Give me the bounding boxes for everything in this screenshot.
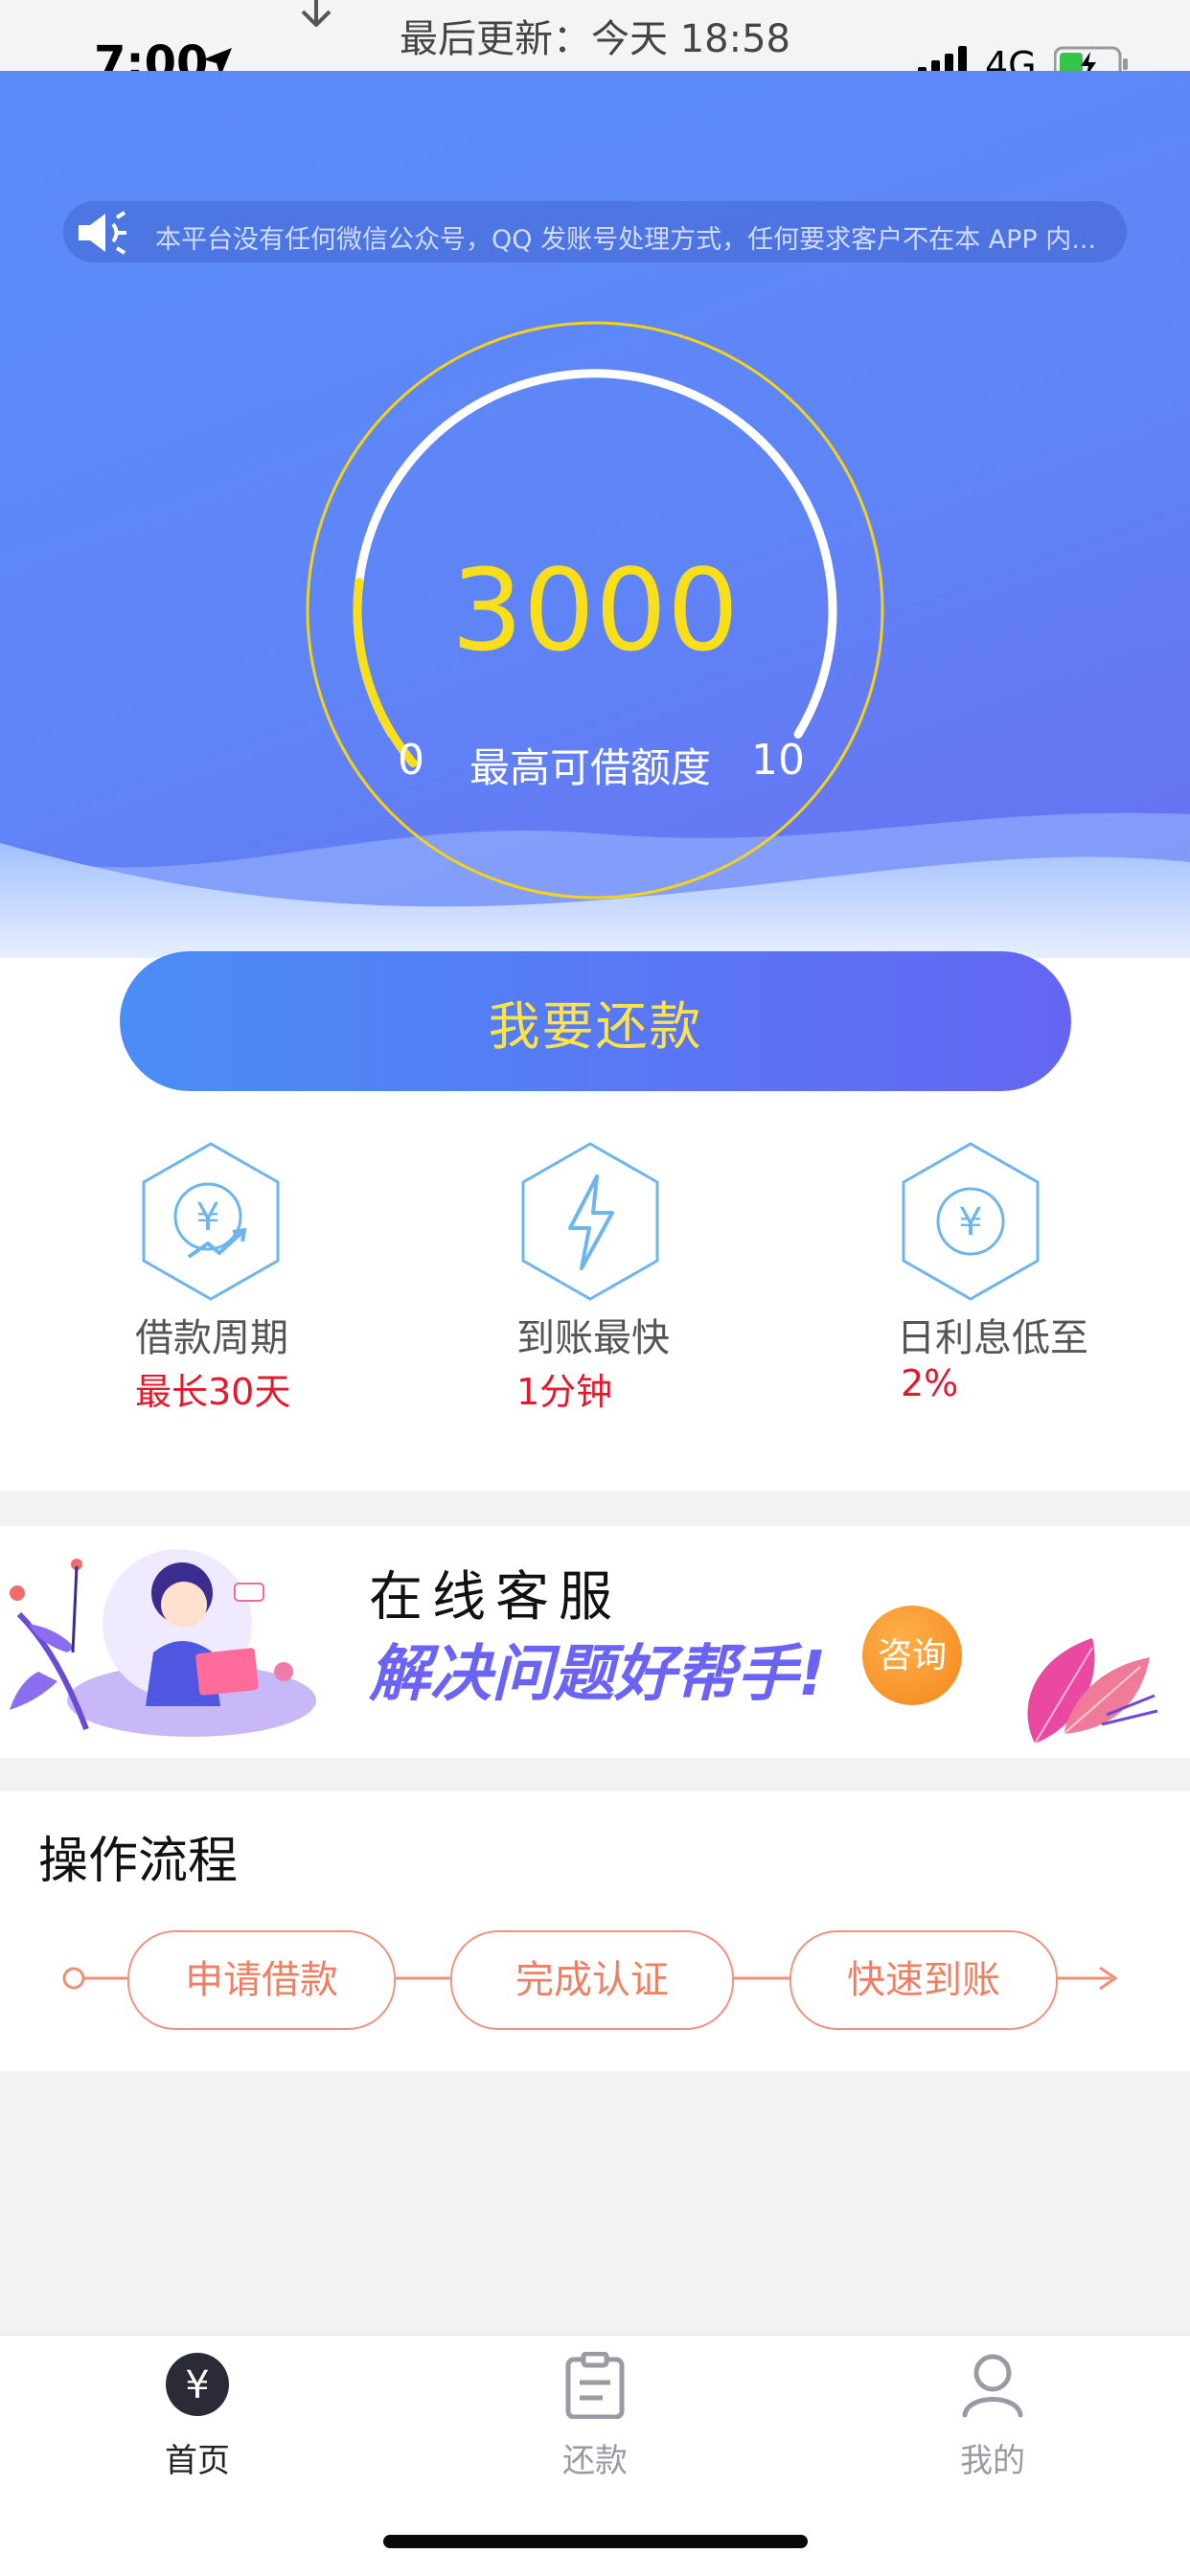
customer-service-illustration [10, 1549, 316, 1737]
process-step-receive: 快速到账 [790, 1930, 1058, 2030]
tab-home[interactable]: ¥ 首页 [102, 2352, 293, 2486]
feature-title: 到账最快 [516, 1316, 670, 1360]
consult-button[interactable]: 咨询 [862, 1606, 962, 1705]
feature-loan-period: ¥ 借款周期 最长30天 [135, 1140, 426, 1415]
tab-label: 我的 [960, 2442, 1025, 2480]
yuan-chart-icon: ¥ [142, 1142, 280, 1301]
feature-title: 借款周期 [135, 1316, 288, 1360]
feature-daily-interest: ¥ 日利息低至 2% [897, 1140, 1186, 1404]
home-indicator [383, 2535, 808, 2548]
banner-subtitle: 解决问题好帮手! [369, 1639, 827, 1710]
svg-text:¥: ¥ [958, 1200, 982, 1244]
notice-text: 本平台没有任何微信公众号，QQ 发账号处理方式，任何要求客户不在本 APP 内.… [155, 225, 1097, 255]
feature-value: 最长30天 [135, 1371, 291, 1413]
clipboard-icon [565, 2352, 625, 2419]
lightning-icon [521, 1142, 659, 1301]
process-title: 操作流程 [38, 1833, 239, 1890]
banner-title: 在线客服 [369, 1566, 622, 1629]
credit-amount: 3000 [450, 544, 740, 676]
tab-repay[interactable]: 还款 [499, 2352, 691, 2486]
yuan-coin-icon: ¥ [902, 1142, 1040, 1301]
leaf-decoration [1027, 1638, 1158, 1744]
tab-mine[interactable]: 我的 [897, 2352, 1088, 2486]
process-step-verify: 完成认证 [450, 1930, 734, 2030]
credit-limit-label: 最高可借额度 [469, 744, 712, 791]
repay-button[interactable]: 我要还款 [120, 951, 1071, 1091]
feature-value: 2% [901, 1362, 959, 1404]
gauge-max-label: 10 [751, 736, 805, 785]
feature-fastest-arrival: 到账最快 1分钟 [516, 1140, 806, 1415]
feature-title: 日利息低至 [897, 1316, 1088, 1360]
tab-label: 还款 [562, 2442, 628, 2480]
yuan-home-icon: ¥ [166, 2353, 229, 2416]
user-icon [962, 2354, 1023, 2418]
svg-text:¥: ¥ [185, 2363, 209, 2407]
svg-text:¥: ¥ [195, 1196, 219, 1240]
speaker-icon [79, 211, 126, 255]
process-step-apply: 申请借款 [127, 1930, 396, 2030]
feature-value: 1分钟 [516, 1371, 613, 1413]
gauge-min-label: 0 [398, 736, 424, 785]
tab-label: 首页 [165, 2442, 230, 2480]
